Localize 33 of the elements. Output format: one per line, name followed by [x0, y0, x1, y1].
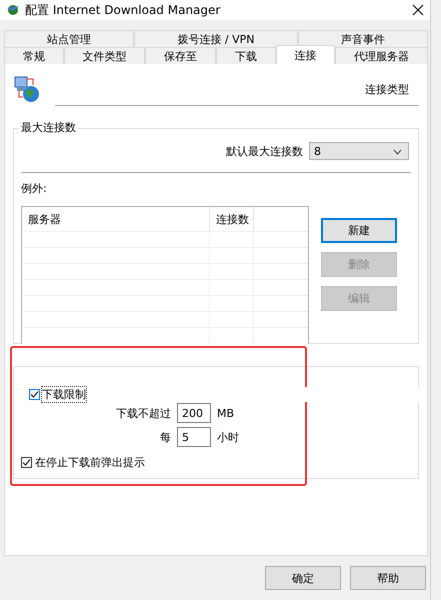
tab[interactable]: 声音事件	[298, 30, 428, 47]
checkbox[interactable]	[21, 457, 32, 468]
unit-label: 小时	[217, 430, 239, 444]
column-header: 服务器	[22, 207, 210, 231]
period-field[interactable]: 5	[177, 427, 211, 447]
field-label: 默认最大连接数	[226, 144, 303, 158]
checkbox[interactable]	[29, 389, 40, 400]
exceptions-label: 例外:	[21, 181, 48, 196]
window-title: 配置 Internet Download Manager	[25, 2, 220, 18]
checkbox-label: 在停止下载前弹出提示	[35, 455, 145, 470]
checkbox-label: 下载限制	[42, 387, 86, 402]
column-header: 连接数	[210, 207, 254, 231]
group-title: 最大连接数	[19, 120, 78, 135]
chevron-down-icon	[393, 148, 402, 154]
tab[interactable]: 文件类型	[64, 47, 146, 64]
unit-label: MB	[217, 406, 234, 420]
close-icon[interactable]	[412, 4, 424, 16]
tab[interactable]: 连接	[276, 45, 336, 64]
tab[interactable]: 站点管理	[4, 30, 134, 47]
section-header: 连接类型	[365, 82, 409, 97]
tab[interactable]: 拨号连接 / VPN	[134, 30, 298, 47]
dialog-button[interactable]: 确定	[265, 566, 341, 590]
field-label: 下载不超过	[115, 406, 171, 420]
network-globe-icon	[13, 75, 41, 103]
tab[interactable]: 常规	[4, 47, 64, 64]
dialog-button[interactable]: 帮助	[350, 566, 426, 590]
connections-dropdown[interactable]: 8	[309, 142, 409, 160]
tab[interactable]: 代理服务器	[335, 47, 428, 64]
action-button[interactable]: 新建	[321, 218, 397, 243]
tab[interactable]: 保存至	[145, 47, 216, 64]
amount-field[interactable]: 200	[177, 403, 211, 423]
tab[interactable]: 下载	[216, 47, 276, 64]
field-label: 每	[159, 430, 171, 444]
